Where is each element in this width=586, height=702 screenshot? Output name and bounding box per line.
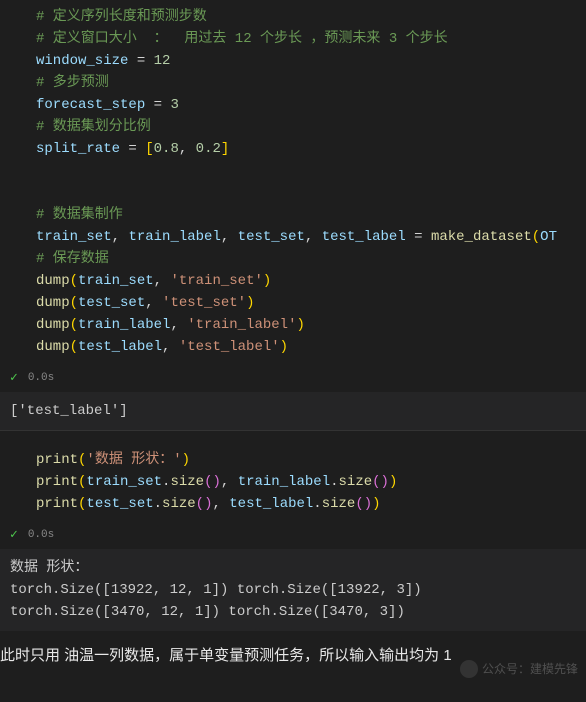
fn-dump: dump — [36, 339, 70, 355]
cell-status-bar: ✓ 0.0s — [0, 364, 586, 392]
cell-output-2: 数据 形状： torch.Size([13922, 12, 1]) torch.… — [0, 549, 586, 631]
fn-dump: dump — [36, 273, 70, 289]
fn-make-dataset: make_dataset — [431, 229, 532, 245]
comment-line: # 定义序列长度和预测步数 — [36, 9, 207, 25]
comment-line: # 多步预测 — [36, 75, 109, 91]
comment-line: # 定义窗口大小 ： 用过去 12 个步长 ，预测未来 3 个步长 — [36, 31, 448, 47]
check-icon: ✓ — [10, 367, 18, 389]
fn-print: print — [36, 452, 78, 468]
exec-time: 0.0s — [28, 367, 54, 389]
watermark: 公众号：建模先锋 — [460, 658, 578, 680]
cell-output-1: ['test_label'] — [0, 392, 586, 430]
comment-line: # 数据集划分比例 — [36, 119, 151, 135]
var-split-rate: split_rate — [36, 141, 120, 157]
comment-line: # 数据集制作 — [36, 207, 123, 223]
code-cell-2[interactable]: print('数据 形状：') print(train_set.size(), … — [0, 431, 586, 521]
var-forecast-step: forecast_step — [36, 97, 145, 113]
exec-time: 0.0s — [28, 524, 54, 546]
fn-dump: dump — [36, 317, 70, 333]
code-cell-1[interactable]: # 定义序列长度和预测步数 # 定义窗口大小 ： 用过去 12 个步长 ，预测未… — [0, 0, 586, 364]
cell-status-bar: ✓ 0.0s — [0, 521, 586, 549]
var-window-size: window_size — [36, 53, 128, 69]
comment-line: # 保存数据 — [36, 251, 109, 267]
check-icon: ✓ — [10, 524, 18, 546]
watermark-icon — [460, 660, 478, 678]
fn-dump: dump — [36, 295, 70, 311]
